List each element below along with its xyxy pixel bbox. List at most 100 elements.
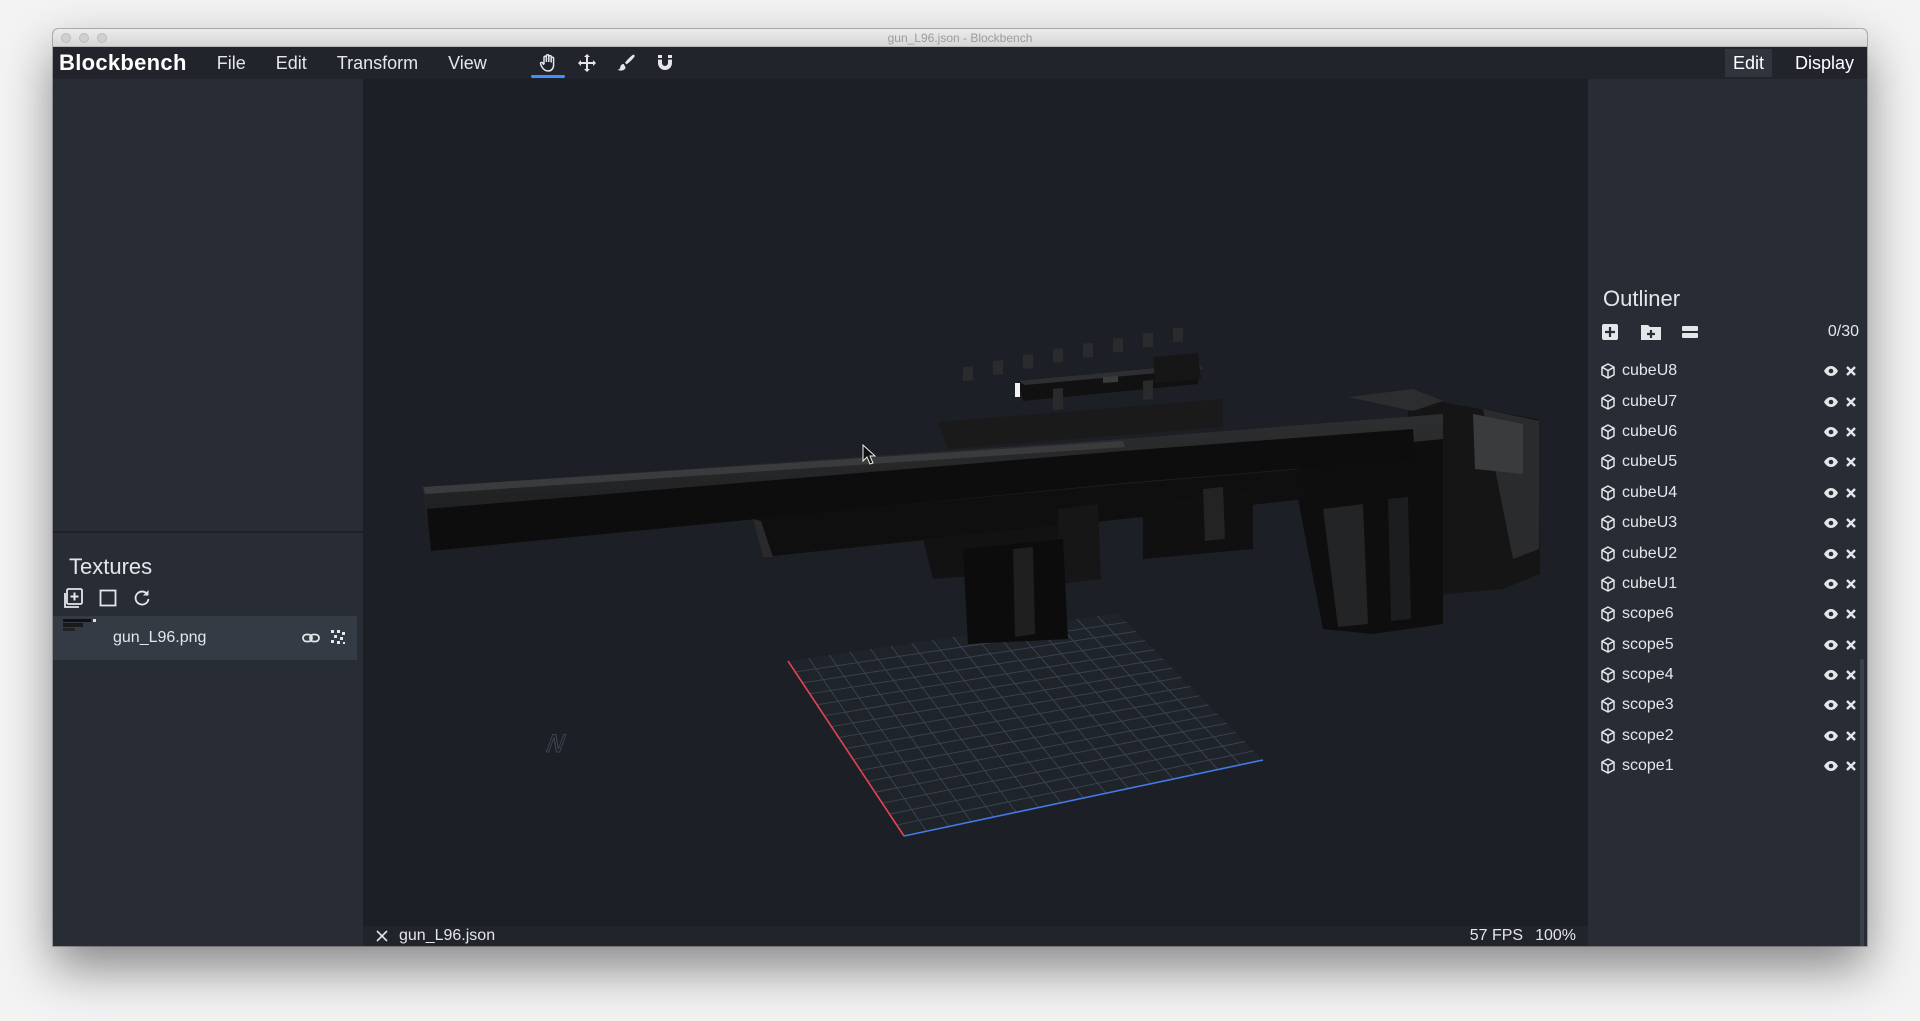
eye-icon [1824, 578, 1838, 589]
eye-icon [1824, 609, 1838, 620]
collapse-all-button[interactable] [1680, 322, 1700, 342]
outliner-item[interactable]: scope2 [1600, 721, 1859, 751]
cube-icon [1600, 728, 1616, 744]
outliner-item[interactable]: cubeU4 [1600, 478, 1859, 508]
outliner-item[interactable]: cubeU5 [1600, 447, 1859, 477]
status-bar: gun_L96.json 57 FPS 100% [363, 926, 1588, 946]
texture-item[interactable]: gun_L96.png [53, 616, 357, 660]
list-icon [1682, 326, 1698, 338]
close-icon [1846, 366, 1856, 377]
snap-tool-button[interactable] [648, 49, 682, 77]
texture-thumbnail [63, 619, 96, 635]
outliner-item[interactable]: scope6 [1600, 599, 1859, 629]
mode-edit-tab[interactable]: Edit [1725, 49, 1773, 77]
toggle-visibility-button[interactable] [1823, 487, 1839, 499]
grid-floor: N [541, 613, 1264, 837]
add-folder-icon [1641, 325, 1661, 340]
delete-item-button[interactable] [1845, 639, 1857, 651]
outliner-list: cubeU8 cubeU7 cubeU6 cubeU5 cubeU4 cubeU3 cube… [1600, 356, 1859, 781]
delete-item-button[interactable] [1845, 760, 1857, 772]
cube-icon [1600, 515, 1616, 531]
delete-item-button[interactable] [1845, 487, 1857, 499]
outliner-item[interactable]: scope5 [1600, 630, 1859, 660]
eye-icon [1824, 700, 1838, 711]
eye-icon [1824, 548, 1838, 559]
zoom-window-button[interactable] [97, 33, 107, 43]
toggle-visibility-button[interactable] [1823, 456, 1839, 468]
toggle-visibility-button[interactable] [1823, 548, 1839, 560]
texture-link-button[interactable] [301, 628, 321, 648]
toggle-visibility-button[interactable] [1823, 517, 1839, 529]
outliner-item[interactable]: cubeU1 [1600, 569, 1859, 599]
delete-item-button[interactable] [1845, 608, 1857, 620]
menu-view[interactable]: View [448, 53, 487, 74]
close-icon [1846, 457, 1856, 468]
menu-edit[interactable]: Edit [276, 53, 307, 74]
minimize-window-button[interactable] [79, 33, 89, 43]
close-icon [1846, 670, 1856, 680]
outliner-item-name: cubeU2 [1622, 544, 1678, 562]
cube-icon [1600, 697, 1616, 714]
paint-tool-button[interactable] [609, 49, 643, 77]
delete-item-button[interactable] [1845, 669, 1857, 681]
outliner-scrollbar[interactable] [1860, 659, 1864, 946]
toggle-visibility-button[interactable] [1823, 639, 1839, 651]
toggle-visibility-button[interactable] [1823, 760, 1839, 772]
toggle-visibility-button[interactable] [1823, 608, 1839, 620]
toggle-visibility-button[interactable] [1823, 396, 1839, 408]
delete-item-button[interactable] [1845, 548, 1857, 560]
delete-item-button[interactable] [1845, 365, 1857, 377]
app-window: gun_L96.json - Blockbench Blockbench Fil… [53, 29, 1867, 946]
toggle-visibility-button[interactable] [1823, 699, 1839, 711]
menu-transform[interactable]: Transform [337, 53, 418, 74]
toggle-visibility-button[interactable] [1823, 578, 1839, 590]
toggle-visibility-button[interactable] [1823, 426, 1839, 438]
delete-item-button[interactable] [1845, 426, 1857, 438]
delete-item-button[interactable] [1845, 396, 1857, 408]
add-group-button[interactable] [1640, 322, 1662, 342]
delete-item-button[interactable] [1845, 578, 1857, 590]
import-texture-button[interactable] [63, 587, 85, 609]
menu-file[interactable]: File [217, 53, 246, 74]
close-window-button[interactable] [61, 33, 71, 43]
outliner-item-name: scope4 [1622, 666, 1674, 684]
outliner-item[interactable]: cubeU6 [1600, 417, 1859, 447]
outliner-item[interactable]: scope4 [1600, 660, 1859, 690]
delete-item-button[interactable] [1845, 730, 1857, 742]
delete-item-button[interactable] [1845, 517, 1857, 529]
close-icon [1846, 731, 1856, 741]
add-image-icon [64, 588, 83, 608]
outliner-item[interactable]: scope1 [1600, 751, 1859, 781]
toggle-visibility-button[interactable] [1823, 730, 1839, 742]
textures-toolbar [63, 587, 153, 609]
hand-tool-button[interactable] [531, 49, 565, 78]
open-file-tab[interactable]: gun_L96.json [399, 927, 495, 945]
outliner-item[interactable]: cubeU7 [1600, 386, 1859, 416]
outliner-toolbar: 0/30 [1600, 322, 1859, 342]
cube-icon [1600, 454, 1616, 471]
mode-display-tab[interactable]: Display [1787, 49, 1862, 77]
delete-item-button[interactable] [1845, 699, 1857, 711]
cube-icon [1600, 424, 1616, 440]
move-tool-button[interactable] [570, 49, 604, 77]
outliner-item-name: cubeU7 [1622, 392, 1678, 410]
hand-icon [538, 53, 558, 73]
outliner-item[interactable]: cubeU8 [1600, 356, 1859, 386]
toggle-visibility-button[interactable] [1823, 365, 1839, 377]
delete-item-button[interactable] [1845, 456, 1857, 468]
outliner-item[interactable]: scope3 [1600, 690, 1859, 720]
add-cube-button[interactable] [1600, 322, 1620, 342]
outliner-item[interactable]: cubeU2 [1600, 538, 1859, 568]
close-tab-button[interactable] [375, 929, 389, 943]
eye-icon [1824, 639, 1838, 650]
reload-textures-button[interactable] [131, 587, 153, 609]
eye-icon [1824, 518, 1838, 529]
link-icon [302, 633, 320, 643]
outliner-item[interactable]: cubeU3 [1600, 508, 1859, 538]
left-upper-panel [53, 79, 363, 533]
toggle-visibility-button[interactable] [1823, 669, 1839, 681]
3d-viewport[interactable]: N [363, 79, 1588, 926]
eye-icon [1824, 761, 1838, 772]
texture-particle-button[interactable] [329, 628, 347, 648]
new-texture-button[interactable] [97, 587, 119, 609]
